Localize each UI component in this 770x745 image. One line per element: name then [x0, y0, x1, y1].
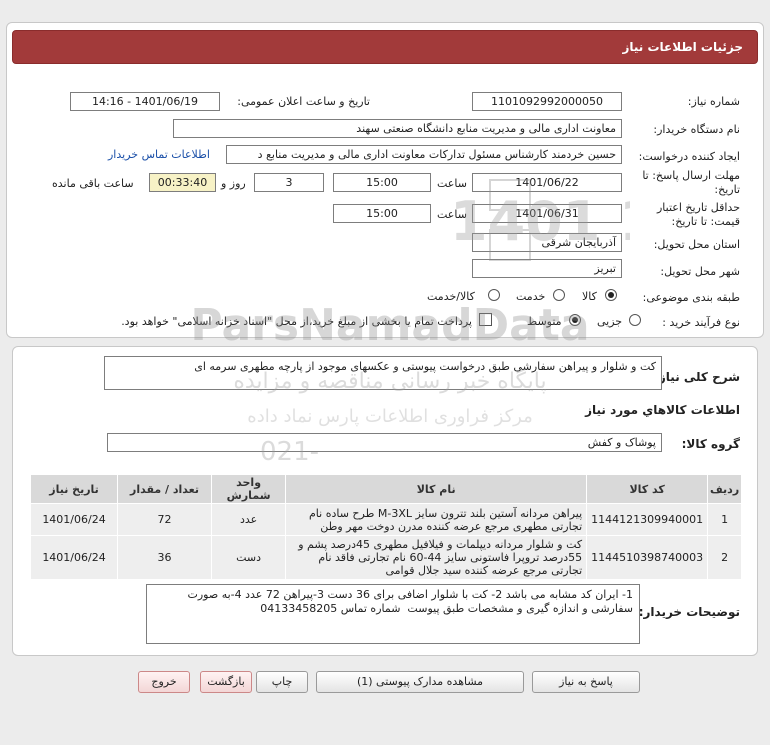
row-name: کت و شلوار مردانه دیپلمات و فیلافیل مطهر…	[285, 535, 588, 580]
goods-table-header: ردیف کد کالا نام کالا واحد شمارش تعداد /…	[29, 474, 742, 504]
row-index: 1	[707, 503, 742, 536]
reply-deadline-label-2: تاریخ:	[714, 183, 740, 196]
category-both-label: کالا/خدمت	[427, 290, 475, 303]
reply-button[interactable]: پاسخ به نیاز	[532, 671, 640, 693]
days-label: روز و	[221, 177, 246, 190]
announce-label: تاریخ و ساعت اعلان عمومی:	[237, 95, 370, 108]
creator-field: حسین خردمند کارشناس مسئول تدارکات معاونت…	[226, 145, 622, 164]
validity-time-field: 15:00	[333, 204, 431, 223]
goods-group-label: گروه کالا:	[681, 437, 740, 451]
category-service-radio[interactable]	[553, 289, 565, 301]
reply-time-field: 15:00	[333, 173, 431, 192]
summary-label: شرح کلی نیاز:	[654, 370, 740, 384]
time-remaining-field: 00:33:40	[149, 173, 216, 192]
col-name: نام کالا	[285, 474, 588, 504]
row-unit: دست	[211, 535, 287, 580]
time-remaining-label: ساعت باقی مانده	[52, 177, 134, 190]
city-label: شهر محل تحویل:	[660, 265, 740, 278]
goods-section-title: اطلاعات کالاهاي مورد نياز	[585, 403, 740, 417]
col-unit: واحد شمارش	[211, 474, 287, 504]
purchase-minor-label: جزیی	[597, 315, 623, 328]
goods-table: ردیف کد کالا نام کالا واحد شمارش تعداد /…	[29, 474, 742, 580]
province-field: آذربایجان شرقی	[472, 233, 622, 252]
table-row: 2 1144510398740003 کت و شلوار مردانه دیپ…	[29, 535, 742, 580]
purchase-medium-label: متوسط	[527, 315, 562, 328]
validity-date-field: 1401/06/31	[472, 204, 622, 223]
treasury-checkbox[interactable]	[479, 313, 492, 326]
buyer-notes-label: توضیحات خریدار:	[638, 605, 740, 619]
back-button[interactable]: بازگشت	[200, 671, 252, 693]
category-goods-label: کالا	[582, 290, 597, 303]
row-qty: 36	[117, 535, 213, 580]
row-unit: عدد	[211, 503, 287, 536]
purchase-type-label: نوع فرآیند خرید :	[662, 316, 740, 329]
reply-time-label: ساعت	[437, 177, 467, 190]
need-number-field: 1101092992000050	[472, 92, 622, 111]
category-goods-radio[interactable]	[605, 289, 617, 301]
category-label: طبقه بندی موضوعی:	[642, 291, 740, 304]
row-code: 1144121309940001	[586, 503, 709, 536]
city-field: تبریز	[472, 259, 622, 278]
buyer-notes-field: 1- ایران کد مشابه می باشد 2- کت با شلوار…	[146, 584, 640, 644]
category-service-label: خدمت	[516, 290, 546, 303]
province-label: استان محل تحویل:	[653, 238, 740, 251]
table-row: 1 1144121309940001 پیراهن مردانه آستین ب…	[29, 503, 742, 536]
row-name: پیراهن مردانه آستین بلند تترون سایز M-3X…	[285, 503, 588, 536]
reply-deadline-label: مهلت ارسال پاسخ: تا	[642, 169, 740, 182]
row-date: 1401/06/24	[29, 535, 119, 580]
buyer-label: نام دستگاه خریدار:	[653, 123, 740, 136]
col-code: کد کالا	[586, 474, 709, 504]
col-date: تاریخ نیاز	[29, 474, 119, 504]
view-attachments-button[interactable]: مشاهده مدارک پیوستی (1)	[316, 671, 524, 693]
validity-label-2: قیمت: تا تاریخ:	[671, 215, 740, 228]
need-number-label: شماره نیاز:	[687, 95, 740, 108]
purchase-medium-radio[interactable]	[569, 314, 581, 326]
days-remaining-field: 3	[254, 173, 324, 192]
col-qty: تعداد / مقدار	[117, 474, 213, 504]
col-index: ردیف	[707, 474, 742, 504]
buyer-contact-link[interactable]: اطلاعات تماس خریدار	[108, 148, 210, 161]
goods-group-field: پوشاک و کفش	[107, 433, 662, 452]
page-title: جزئیات اطلاعات نیاز	[622, 40, 743, 54]
summary-field: کت و شلوار و پیراهن سفارشی طبق درخواست پ…	[104, 356, 662, 390]
reply-date-field: 1401/06/22	[472, 173, 622, 192]
buyer-field: معاونت اداری مالی و مدیریت منابع دانشگاه…	[173, 119, 622, 138]
page-header: جزئیات اطلاعات نیاز	[12, 30, 758, 64]
treasury-text: پرداخت تمام یا بخشی از مبلغ خرید،از محل …	[121, 315, 472, 328]
exit-button[interactable]: خروج	[138, 671, 190, 693]
row-qty: 72	[117, 503, 213, 536]
purchase-minor-radio[interactable]	[629, 314, 641, 326]
row-code: 1144510398740003	[586, 535, 709, 580]
announce-field: 1401/06/19 - 14:16	[70, 92, 220, 111]
print-button[interactable]: چاپ	[256, 671, 308, 693]
creator-label: ایجاد کننده درخواست:	[638, 150, 740, 163]
row-date: 1401/06/24	[29, 503, 119, 536]
category-both-radio[interactable]	[488, 289, 500, 301]
validity-label: حداقل تاریخ اعتبار	[656, 201, 740, 214]
validity-time-label: ساعت	[437, 208, 467, 221]
row-index: 2	[707, 535, 742, 580]
